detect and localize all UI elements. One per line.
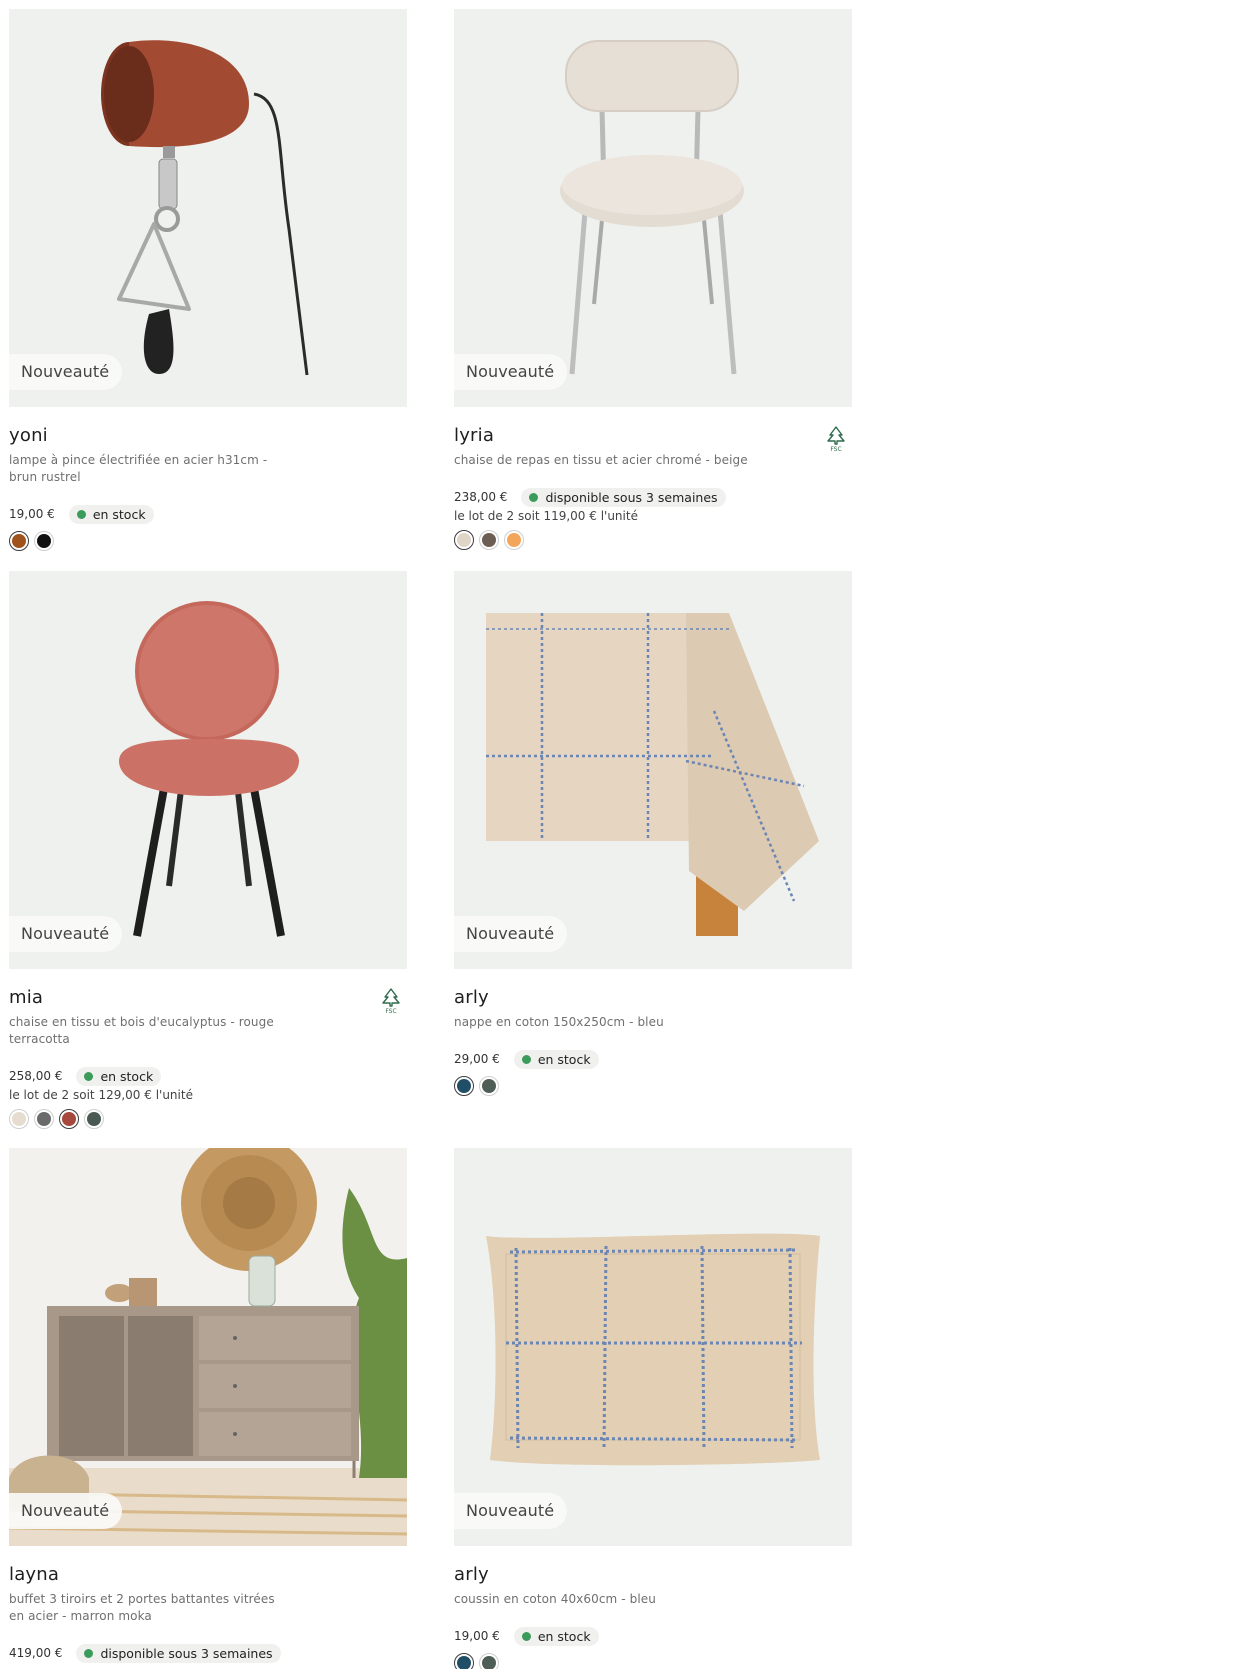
stock-status-badge: en stock <box>513 1626 599 1646</box>
color-swatches <box>454 530 852 550</box>
swatch-fill <box>482 1079 496 1093</box>
new-badge: Nouveauté <box>454 1493 568 1529</box>
product-price: 19,00 € <box>9 507 55 521</box>
fsc-label: FSC <box>830 446 841 453</box>
product-description: lampe à pince électrifiée en acier h31cm… <box>9 453 268 484</box>
product-description: coussin en coton 40x60cm - bleu <box>454 1592 656 1606</box>
color-swatches <box>454 1076 852 1096</box>
fsc-tree-icon[interactable]: FSC <box>379 987 403 1015</box>
bundle-price-note: le lot de 2 soit 129,00 € l'unité <box>9 1088 193 1102</box>
new-badge: Nouveauté <box>9 354 123 390</box>
product-card-arly-tablecloth[interactable]: Nouveauté arly nappe en coton 150x250cm … <box>454 571 852 1096</box>
sideboard-icon <box>9 1148 407 1546</box>
swatch-fill <box>457 1656 471 1669</box>
product-card-yoni[interactable]: Nouveauté yoni lampe à pince électrifiée… <box>9 9 407 551</box>
product-name[interactable]: arly <box>454 987 852 1009</box>
product-name[interactable]: mia <box>9 987 407 1009</box>
color-swatch[interactable] <box>59 1109 79 1129</box>
bundle-price-note: le lot de 2 soit 119,00 € l'unité <box>454 509 638 523</box>
color-swatch[interactable] <box>9 1109 29 1129</box>
status-dot-icon <box>521 1631 531 1641</box>
product-price: 258,00 € <box>9 1069 63 1083</box>
swatch-fill <box>482 1656 496 1669</box>
clamp-lamp-icon <box>101 40 309 376</box>
new-badge: Nouveauté <box>454 916 568 952</box>
color-swatch[interactable] <box>454 530 474 550</box>
swatch-fill <box>457 533 471 547</box>
swatch-fill <box>482 533 496 547</box>
swatch-fill <box>457 1079 471 1093</box>
stock-status-badge: disponible sous 3 semaines <box>76 1643 281 1663</box>
new-badge: Nouveauté <box>454 354 568 390</box>
color-swatch[interactable] <box>479 1653 499 1669</box>
color-swatch[interactable] <box>479 1076 499 1096</box>
stock-status-badge: en stock <box>76 1066 162 1086</box>
swatch-fill <box>12 1112 26 1126</box>
tablecloth-icon <box>486 613 819 936</box>
product-card-lyria[interactable]: Nouveauté FSC lyria chaise de repas en t… <box>454 9 852 550</box>
product-image[interactable]: Nouveauté <box>454 1148 852 1546</box>
color-swatches <box>9 1109 407 1129</box>
product-price: 238,00 € <box>454 490 508 504</box>
stock-status-badge: disponible sous 3 semaines <box>521 487 726 507</box>
color-swatch[interactable] <box>454 1653 474 1669</box>
stock-label: en stock <box>92 506 146 522</box>
color-swatch[interactable] <box>84 1109 104 1129</box>
product-image[interactable]: Nouveauté <box>454 9 852 407</box>
color-swatch[interactable] <box>9 531 29 551</box>
color-swatch[interactable] <box>504 530 524 550</box>
color-swatches <box>9 531 407 551</box>
product-description: chaise de repas en tissu et acier chromé… <box>454 453 748 467</box>
status-dot-icon <box>76 509 86 519</box>
stock-label: en stock <box>100 1068 154 1084</box>
fsc-tree-icon[interactable]: FSC <box>824 425 848 453</box>
swatch-fill <box>37 534 51 548</box>
stock-status-badge: en stock <box>513 1049 599 1069</box>
product-image[interactable]: Nouveauté <box>9 571 407 969</box>
new-badge: Nouveauté <box>9 916 123 952</box>
cushion-icon <box>486 1233 820 1466</box>
swatch-fill <box>87 1112 101 1126</box>
product-name[interactable]: yoni <box>9 425 407 447</box>
swatch-fill <box>507 533 521 547</box>
product-card-mia[interactable]: Nouveauté FSC mia chaise en tissu et boi… <box>9 571 407 1129</box>
product-card-arly-cushion[interactable]: Nouveauté arly coussin en coton 40x60cm … <box>454 1148 852 1669</box>
status-dot-icon <box>84 1071 94 1081</box>
status-dot-icon <box>529 492 539 502</box>
color-swatch[interactable] <box>34 531 54 551</box>
product-price: 19,00 € <box>454 1629 500 1643</box>
fsc-label: FSC <box>385 1008 396 1015</box>
status-dot-icon <box>521 1054 531 1064</box>
product-name[interactable]: layna <box>9 1564 407 1586</box>
color-swatches <box>454 1653 852 1669</box>
stock-label: disponible sous 3 semaines <box>545 489 718 505</box>
terracotta-chair-icon <box>119 601 299 937</box>
product-description: buffet 3 tiroirs et 2 portes battantes v… <box>9 1592 275 1623</box>
product-description: chaise en tissu et bois d'eucalyptus - r… <box>9 1015 274 1046</box>
stock-status-badge: en stock <box>68 504 154 524</box>
product-name[interactable]: lyria <box>454 425 852 447</box>
color-swatch[interactable] <box>479 530 499 550</box>
swatch-fill <box>37 1112 51 1126</box>
product-price: 419,00 € <box>9 1646 63 1660</box>
color-swatch[interactable] <box>34 1109 54 1129</box>
stock-label: disponible sous 3 semaines <box>100 1645 273 1661</box>
product-name[interactable]: arly <box>454 1564 852 1586</box>
product-price: 29,00 € <box>454 1052 500 1066</box>
product-card-layna[interactable]: Nouveauté layna buffet 3 tiroirs et 2 po… <box>9 1148 407 1663</box>
product-image[interactable]: Nouveauté <box>9 1148 407 1546</box>
product-image[interactable]: Nouveauté <box>454 571 852 969</box>
beige-chair-icon <box>560 40 744 375</box>
stock-label: en stock <box>537 1628 591 1644</box>
color-swatch[interactable] <box>454 1076 474 1096</box>
status-dot-icon <box>84 1648 94 1658</box>
new-badge: Nouveauté <box>9 1493 123 1529</box>
swatch-fill <box>12 534 26 548</box>
product-description: nappe en coton 150x250cm - bleu <box>454 1015 664 1029</box>
stock-label: en stock <box>537 1051 591 1067</box>
product-image[interactable]: Nouveauté <box>9 9 407 407</box>
swatch-fill <box>62 1112 76 1126</box>
